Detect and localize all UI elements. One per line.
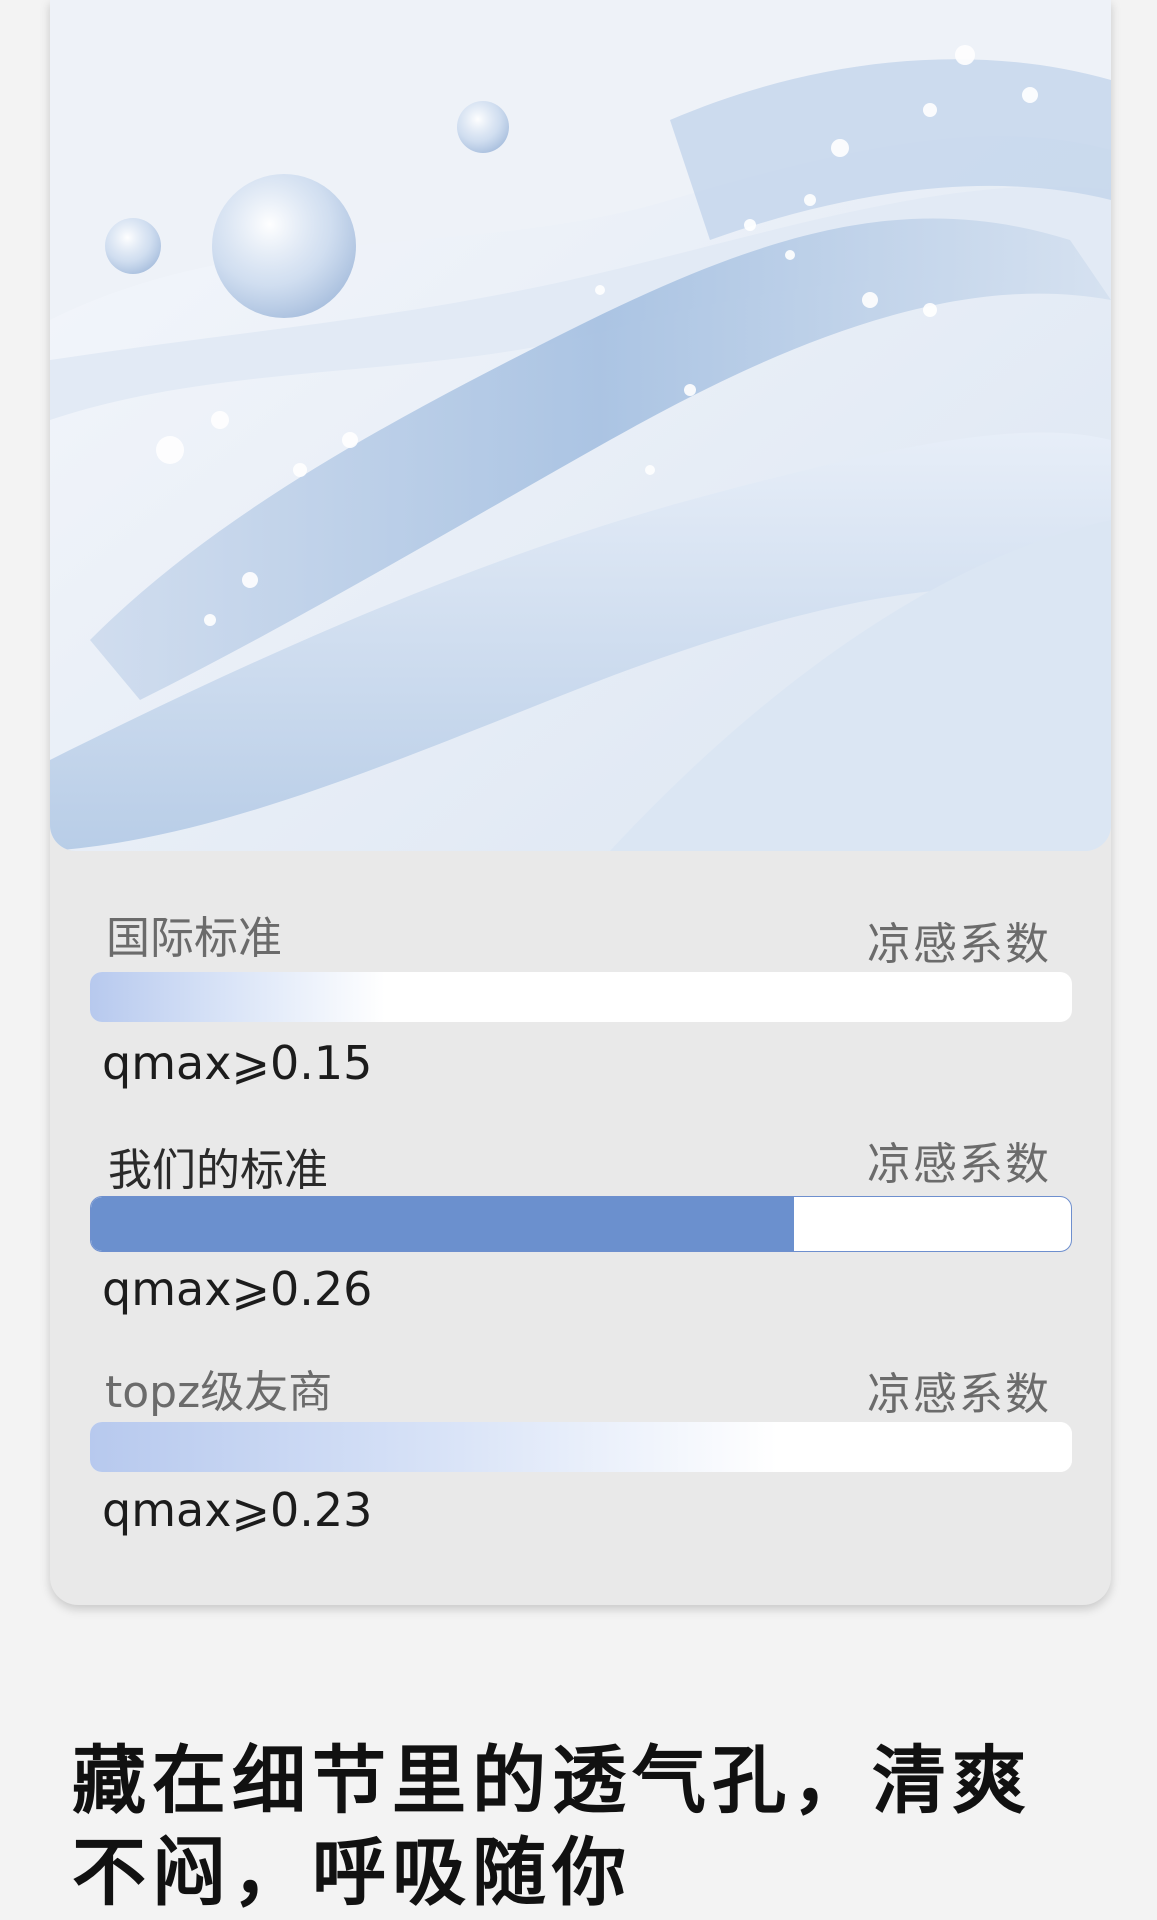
row-label: topz级友商 [105,1367,333,1418]
comparison-card: 国际标准 凉感系数 qmax⩾0.15 我们的标准 凉感系数 qmax⩾0.26… [50,0,1111,1605]
cooling-bar [90,1422,1072,1472]
qmax-value: qmax⩾0.26 [102,1262,373,1316]
cooling-bar-fill [90,972,385,1022]
cooling-bar-fill [90,1422,1072,1472]
cooling-fabric-image [50,0,1111,851]
row-label: 我们的标准 [108,1145,328,1196]
cooling-coefficient-label: 凉感系数 [867,1369,1051,1420]
qmax-value: qmax⩾0.15 [102,1036,373,1090]
cooling-bar [90,972,1072,1022]
row-label: 国际标准 [106,913,282,964]
cooling-bar [90,1196,1072,1252]
cooling-coefficient-label: 凉感系数 [867,1139,1051,1190]
cooling-coefficient-label: 凉感系数 [867,919,1051,970]
qmax-value: qmax⩾0.23 [102,1483,373,1537]
headline: 藏在细节里的透气孔，清爽不闷，呼吸随你 [72,1738,1032,1916]
cooling-bar-fill [91,1197,794,1251]
